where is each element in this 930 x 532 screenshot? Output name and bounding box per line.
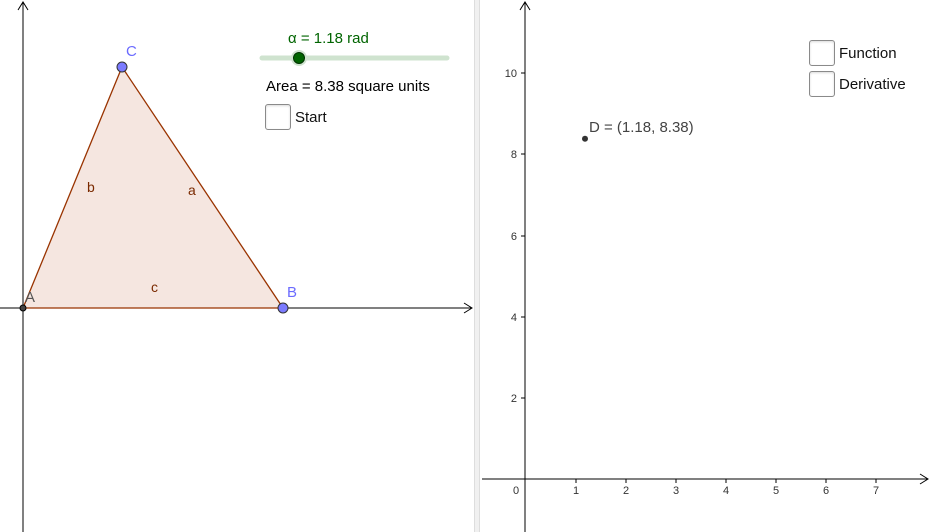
area-text: Area = 8.38 square units xyxy=(266,78,430,95)
y-tick-label: 10 xyxy=(505,68,517,80)
side-c-label: c xyxy=(151,279,158,295)
y-tick-label: 2 xyxy=(511,393,517,405)
x-tick-label: 3 xyxy=(673,485,679,497)
point-d[interactable] xyxy=(582,135,588,142)
x-tick-label: 1 xyxy=(573,485,579,497)
triangle-fill xyxy=(23,67,283,308)
start-checkbox-box[interactable] xyxy=(265,104,291,130)
start-checkbox-label: Start xyxy=(295,108,327,126)
x-tick-label: 6 xyxy=(823,485,829,497)
point-b[interactable] xyxy=(277,302,289,314)
left-graphics-view[interactable]: b a c A B C α = 1.18 rad Area = 8.38 squ… xyxy=(0,0,474,532)
right-graphics-view[interactable]: 0 1 2 3 4 5 6 7 2 4 6 8 10 D = (1.18, 8.… xyxy=(480,0,930,532)
slider-label: α = 1.18 rad xyxy=(288,30,369,47)
y-tick-label: 8 xyxy=(511,149,517,161)
y-tick-label: 4 xyxy=(511,312,517,324)
x-tick-label: 4 xyxy=(723,485,729,497)
function-checkbox[interactable]: Function xyxy=(809,40,897,66)
point-c-label: C xyxy=(126,43,137,60)
side-a-label: a xyxy=(188,182,196,198)
side-b-label: b xyxy=(87,179,95,195)
function-checkbox-label: Function xyxy=(839,44,897,62)
point-c[interactable] xyxy=(116,61,128,73)
point-a-label: A xyxy=(25,289,35,306)
derivative-checkbox-label: Derivative xyxy=(839,75,906,93)
x-tick-label: 7 xyxy=(873,485,879,497)
x-tick-label: 2 xyxy=(623,485,629,497)
derivative-checkbox-box[interactable] xyxy=(809,71,835,97)
slider-handle[interactable] xyxy=(293,52,305,64)
start-checkbox[interactable]: Start xyxy=(265,104,327,130)
point-d-label: D = (1.18, 8.38) xyxy=(589,119,694,136)
x-tick-label: 0 xyxy=(513,485,519,497)
function-checkbox-box[interactable] xyxy=(809,40,835,66)
y-tick-label: 6 xyxy=(511,231,517,243)
derivative-checkbox[interactable]: Derivative xyxy=(809,71,906,97)
point-b-label: B xyxy=(287,284,297,301)
x-tick-label: 5 xyxy=(773,485,779,497)
